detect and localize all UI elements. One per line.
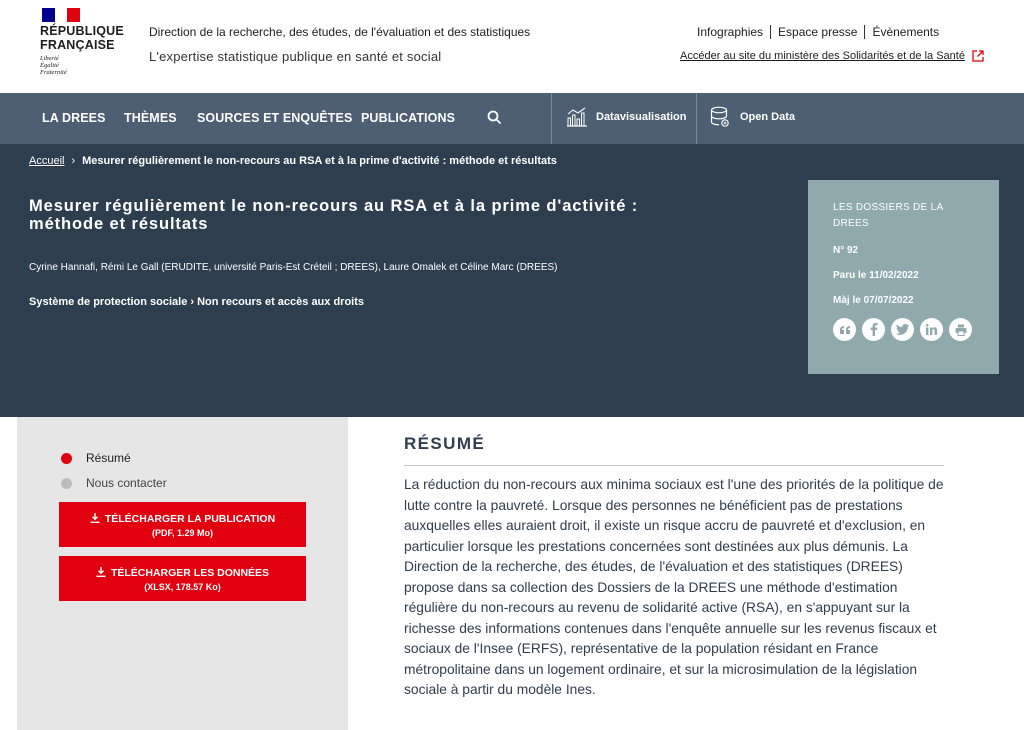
nav-divider: [551, 93, 552, 144]
section-divider: [404, 465, 944, 466]
external-link-icon: [972, 50, 984, 62]
publication-number: N° 92: [833, 245, 859, 256]
republic-line1: RÉPUBLIQUE: [40, 24, 124, 38]
chevron-right-icon: ›: [71, 155, 76, 167]
nav-open-data[interactable]: Open Data: [710, 106, 795, 128]
nav-sources-enquetes[interactable]: SOURCES ET ENQUÊTES: [197, 111, 352, 125]
nav-publications[interactable]: PUBLICATIONS: [361, 111, 455, 125]
publication-hero: Accueil › Mesurer régulièrement le non-r…: [0, 144, 1024, 417]
main-nav: LA DREES THÈMES SOURCES ET ENQUÊTES PUBL…: [0, 93, 1024, 144]
flag-icon: [42, 8, 81, 22]
org-title[interactable]: Direction de la recherche, des études, d…: [149, 25, 530, 39]
updated-date: Màj le 07/07/2022: [833, 295, 914, 306]
breadcrumb: Accueil › Mesurer régulièrement le non-r…: [29, 155, 557, 167]
divider: [770, 25, 772, 39]
download-data-button[interactable]: TÉLÉCHARGER LES DONNÉES (XLSX, 178.57 Ko…: [59, 556, 306, 601]
breadcrumb-current: Mesurer régulièrement le non-recours au …: [82, 155, 557, 167]
top-links: Infographies Espace presse Évènements: [697, 25, 939, 39]
print-icon[interactable]: [949, 318, 972, 341]
sidebar-item-resume[interactable]: Résumé: [61, 451, 131, 465]
search-icon[interactable]: [487, 110, 502, 130]
nav-themes[interactable]: THÈMES: [124, 111, 177, 125]
database-icon: [710, 106, 729, 127]
republique-francaise-logo[interactable]: RÉPUBLIQUE FRANÇAISE Liberté Égalité Fra…: [40, 8, 130, 76]
abstract-text: La réduction du non-recours aux minima s…: [404, 477, 944, 697]
publication-info-card: LES DOSSIERS DE LA DREES N° 92 Paru le 1…: [808, 180, 999, 374]
share-buttons: [833, 318, 999, 341]
link-espace-presse[interactable]: Espace presse: [778, 25, 857, 39]
collection-name[interactable]: LES DOSSIERS DE LA DREES: [833, 200, 963, 232]
bar-chart-icon: [567, 107, 587, 127]
section-title: RÉSUMÉ: [404, 434, 486, 453]
download-icon: [90, 513, 100, 523]
sidebar-item-contact[interactable]: Nous contacter: [61, 476, 167, 490]
divider: [864, 25, 866, 39]
nav-la-drees[interactable]: LA DREES: [42, 111, 106, 125]
published-date: Paru le 11/02/2022: [833, 270, 919, 281]
twitter-icon[interactable]: [891, 318, 914, 341]
motto: Liberté Égalité Fraternité: [40, 55, 67, 76]
download-publication-button[interactable]: TÉLÉCHARGER LA PUBLICATION (PDF, 1.29 Mo…: [59, 502, 306, 547]
ministry-link[interactable]: Accéder au site du ministère des Solidar…: [680, 50, 984, 62]
link-evenements[interactable]: Évènements: [872, 25, 939, 39]
publication-sidebar: Résumé Nous contacter TÉLÉCHARGER LA PUB…: [17, 417, 348, 730]
breadcrumb-home[interactable]: Accueil: [29, 155, 64, 167]
authors: Cyrine Hannafi, Rémi Le Gall (ERUDITE, u…: [29, 262, 558, 273]
linkedin-icon[interactable]: [920, 318, 943, 341]
active-dot-icon: [61, 452, 72, 464]
link-infographies[interactable]: Infographies: [697, 25, 763, 39]
nav-datavisualisation[interactable]: Datavisualisation: [566, 107, 686, 127]
download-icon: [96, 567, 106, 577]
theme-path[interactable]: Système de protection sociale › Non reco…: [29, 296, 364, 308]
quote-icon[interactable]: [833, 318, 856, 341]
inactive-dot-icon: [61, 477, 72, 489]
nav-divider: [696, 93, 697, 144]
republic-line2: FRANÇAISE: [40, 38, 115, 52]
org-subtitle: L'expertise statistique publique en sant…: [149, 49, 442, 64]
facebook-icon[interactable]: [862, 318, 885, 341]
site-header: RÉPUBLIQUE FRANÇAISE Liberté Égalité Fra…: [0, 0, 1024, 93]
page-title: Mesurer régulièrement le non-recours au …: [29, 197, 639, 233]
